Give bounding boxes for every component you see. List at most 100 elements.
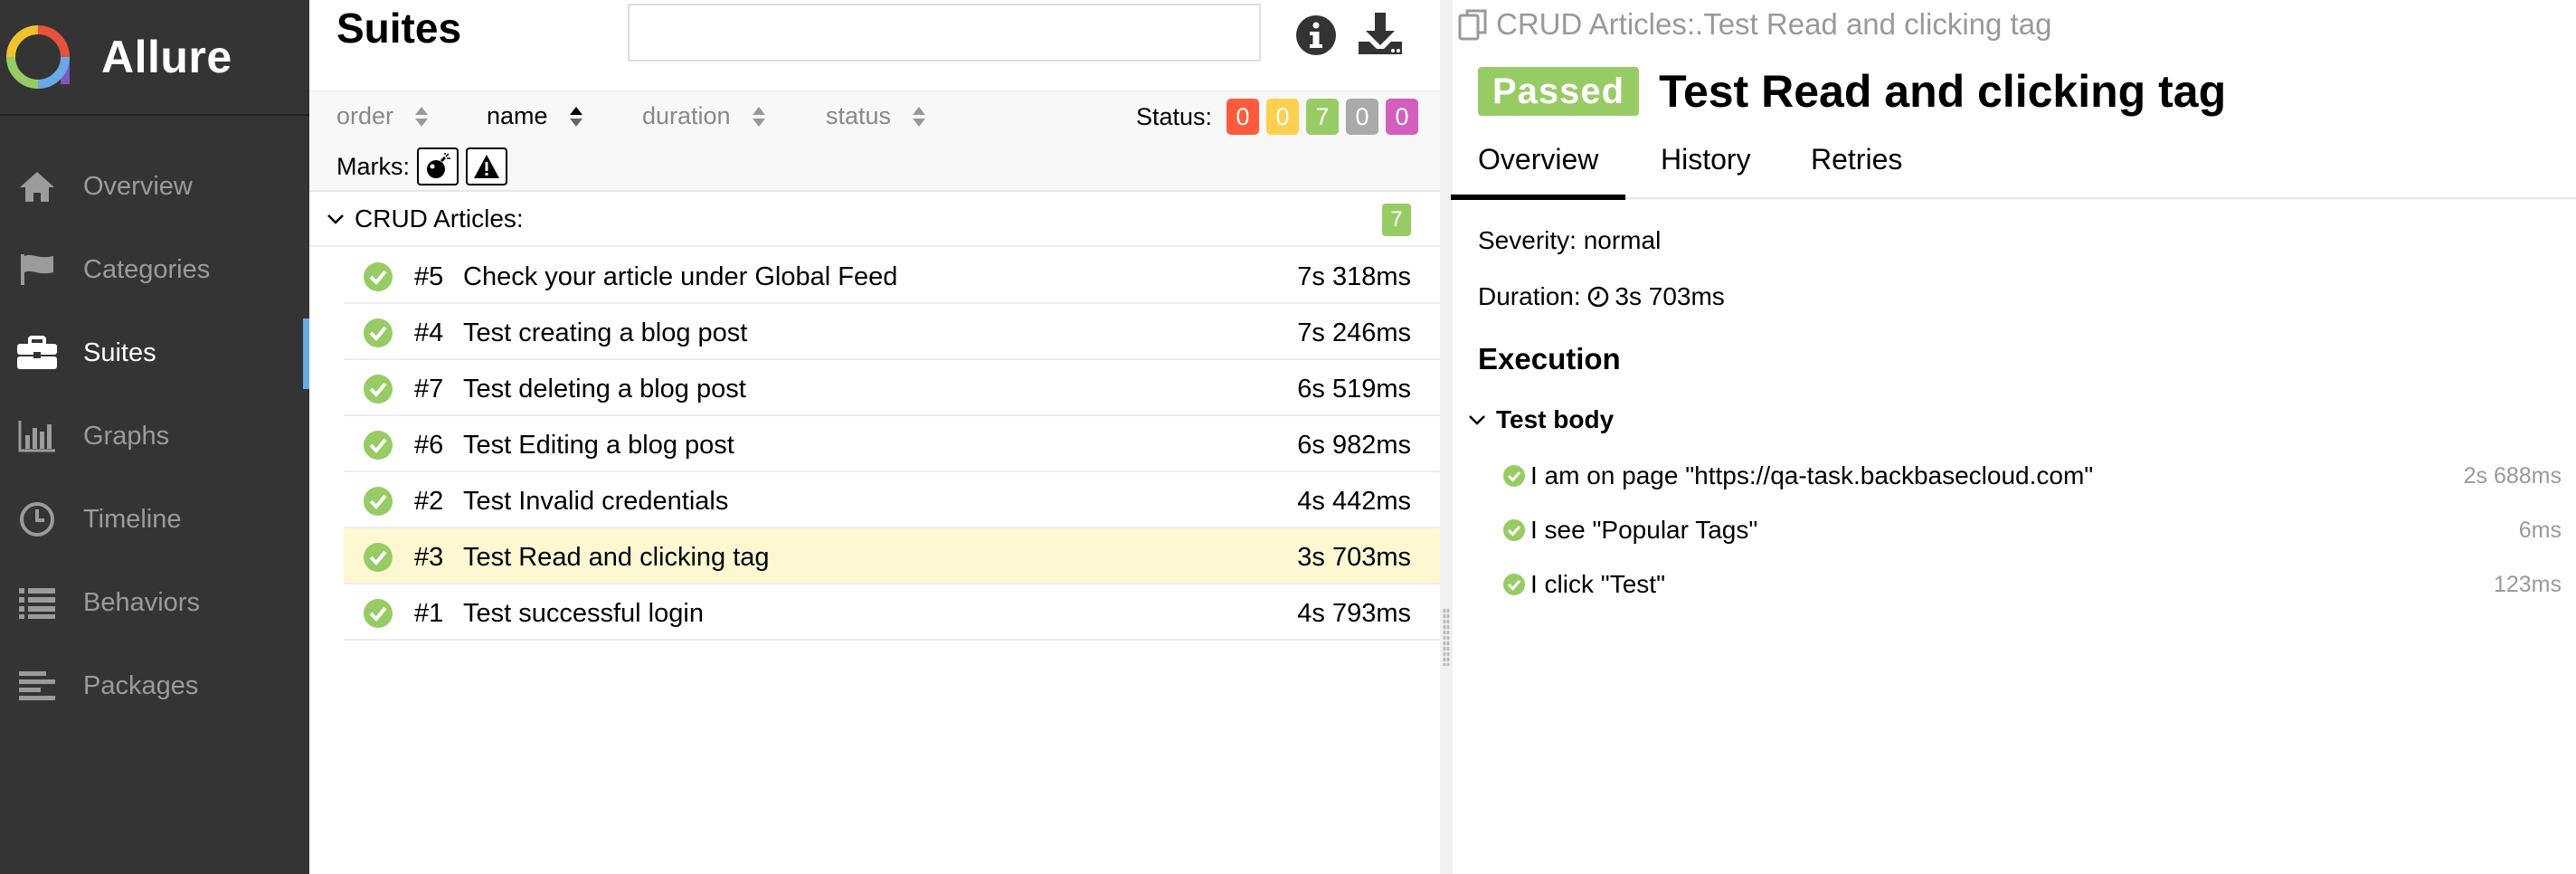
status-failed-badge[interactable]: 0 xyxy=(1226,99,1260,135)
sidebar-item-label: Behaviors xyxy=(83,587,200,617)
suite-group-name: CRUD Articles: xyxy=(355,204,524,233)
bar-chart-icon xyxy=(16,418,58,454)
test-number: #7 xyxy=(414,375,444,404)
test-row[interactable]: #2 Test Invalid credentials 4s 442ms xyxy=(344,472,1440,528)
briefcase-icon xyxy=(16,335,58,371)
test-name: Test creating a blog post xyxy=(463,318,748,347)
sort-by-duration[interactable]: duration xyxy=(642,102,767,130)
tab-retries[interactable]: Retries xyxy=(1811,143,1902,176)
test-duration: 7s 246ms xyxy=(1297,318,1411,347)
sidebar-item-packages[interactable]: Packages xyxy=(0,644,309,727)
sidebar-item-label: Overview xyxy=(83,171,193,201)
sort-label: duration xyxy=(642,102,731,129)
bomb-icon xyxy=(427,153,450,178)
detail-tabs: Overview History Retries xyxy=(1450,127,2576,200)
marks-label: Marks: xyxy=(336,152,410,180)
test-number: #1 xyxy=(414,599,444,628)
suite-group-count-badge: 7 xyxy=(1382,204,1411,236)
suites-header: Suites xyxy=(309,0,1440,90)
tab-overview[interactable]: Overview xyxy=(1450,143,1626,200)
drag-handle-icon xyxy=(1443,608,1450,666)
status-unknown-badge[interactable]: 0 xyxy=(1386,99,1419,135)
sidebar-item-label: Packages xyxy=(83,670,199,700)
test-row[interactable]: #5 Check your article under Global Feed … xyxy=(344,248,1440,304)
sort-icon xyxy=(415,106,429,127)
test-duration: 4s 793ms xyxy=(1297,599,1411,628)
status-passed-badge[interactable]: 7 xyxy=(1306,99,1340,135)
test-row[interactable]: #7 Test deleting a blog post 6s 519ms xyxy=(344,360,1440,416)
test-row[interactable]: #1 Test successful login 4s 793ms xyxy=(344,584,1440,641)
suite-group-row[interactable]: CRUD Articles: 7 xyxy=(309,193,1440,247)
sidebar-item-categories[interactable]: Categories xyxy=(0,228,309,311)
info-icon[interactable] xyxy=(1293,13,1339,58)
duration-label: Duration: xyxy=(1478,282,1581,310)
align-left-icon xyxy=(16,668,58,704)
test-duration: 7s 318ms xyxy=(1297,262,1411,291)
home-icon xyxy=(16,168,58,204)
passed-check-icon xyxy=(364,599,393,628)
sort-by-status[interactable]: status xyxy=(826,102,927,130)
clock-icon xyxy=(16,501,58,537)
step-row[interactable]: I am on page "https://qa-task.backbasecl… xyxy=(1503,456,2562,492)
test-header: Passed Test Read and clicking tag xyxy=(1478,65,2226,118)
step-name: I click "Test" xyxy=(1530,570,1666,598)
sort-label: order xyxy=(336,102,394,129)
test-row[interactable]: #6 Test Editing a blog post 6s 982ms xyxy=(344,416,1440,472)
status-broken-badge[interactable]: 0 xyxy=(1266,99,1300,135)
tab-history[interactable]: History xyxy=(1661,143,1751,176)
test-title: Test Read and clicking tag xyxy=(1659,66,2227,117)
step-row[interactable]: I click "Test" 123ms xyxy=(1503,565,2562,601)
sort-label: status xyxy=(826,102,892,129)
list-icon xyxy=(16,584,58,621)
test-name: Test Read and clicking tag xyxy=(463,543,770,572)
passed-check-icon xyxy=(364,487,393,516)
download-icon[interactable] xyxy=(1355,11,1406,58)
test-row[interactable]: #4 Test creating a blog post 7s 246ms xyxy=(344,304,1440,360)
sort-icon xyxy=(569,106,582,127)
copy-icon[interactable] xyxy=(1458,8,1489,41)
step-row[interactable]: I see "Popular Tags" 6ms xyxy=(1503,510,2562,546)
sidebar: Allure Overview Categories Suites Graphs xyxy=(0,0,309,874)
sort-icon xyxy=(913,106,926,127)
sidebar-item-timeline[interactable]: Timeline xyxy=(0,478,309,561)
severity-text: Severity: normal xyxy=(1478,226,1662,254)
sidebar-item-graphs[interactable]: Graphs xyxy=(0,394,309,478)
chevron-down-icon xyxy=(1469,415,1485,425)
test-duration: 6s 519ms xyxy=(1297,375,1411,404)
sidebar-item-behaviors[interactable]: Behaviors xyxy=(0,561,309,644)
passed-check-icon xyxy=(364,431,393,460)
passed-check-icon xyxy=(1503,574,1525,595)
allure-logo-icon xyxy=(6,25,70,89)
breadcrumb-text: CRUD Articles:.Test Read and clicking ta… xyxy=(1496,7,2052,41)
step-name: I see "Popular Tags" xyxy=(1530,516,1758,544)
status-skipped-badge[interactable]: 0 xyxy=(1346,99,1379,135)
test-number: #3 xyxy=(414,543,444,572)
step-duration: 123ms xyxy=(2493,572,2562,597)
execution-heading: Execution xyxy=(1478,342,1621,375)
test-duration: 4s 442ms xyxy=(1297,487,1411,516)
duration-value: 3s 703ms xyxy=(1615,282,1725,310)
step-name: I am on page "https://qa-task.backbasecl… xyxy=(1530,461,2094,489)
flag-icon xyxy=(16,252,58,288)
sidebar-item-overview[interactable]: Overview xyxy=(0,145,309,228)
test-name: Test successful login xyxy=(463,599,704,628)
page-title: Suites xyxy=(336,5,462,52)
sidebar-item-label: Categories xyxy=(83,254,211,284)
test-row[interactable]: #3 Test Read and clicking tag 3s 703ms xyxy=(344,528,1440,584)
flaky-mark-button[interactable] xyxy=(417,147,459,185)
passed-check-icon xyxy=(364,262,393,291)
pane-splitter[interactable] xyxy=(1440,0,1453,874)
sidebar-item-suites[interactable]: Suites xyxy=(0,311,309,394)
test-body-toggle[interactable]: Test body xyxy=(1467,405,1614,434)
brand-name: Allure xyxy=(101,32,232,82)
brand[interactable]: Allure xyxy=(0,0,309,116)
test-detail-panel: CRUD Articles:.Test Read and clicking ta… xyxy=(1450,0,2576,874)
clock-icon xyxy=(1588,286,1609,308)
sidebar-nav: Overview Categories Suites Graphs Timeli… xyxy=(0,145,309,727)
search-input[interactable] xyxy=(628,4,1261,62)
test-number: #6 xyxy=(414,431,444,460)
sort-by-name[interactable]: name xyxy=(487,102,584,130)
new-failed-mark-button[interactable] xyxy=(466,147,507,185)
test-number: #5 xyxy=(414,262,444,291)
sort-by-order[interactable]: order xyxy=(336,102,430,130)
